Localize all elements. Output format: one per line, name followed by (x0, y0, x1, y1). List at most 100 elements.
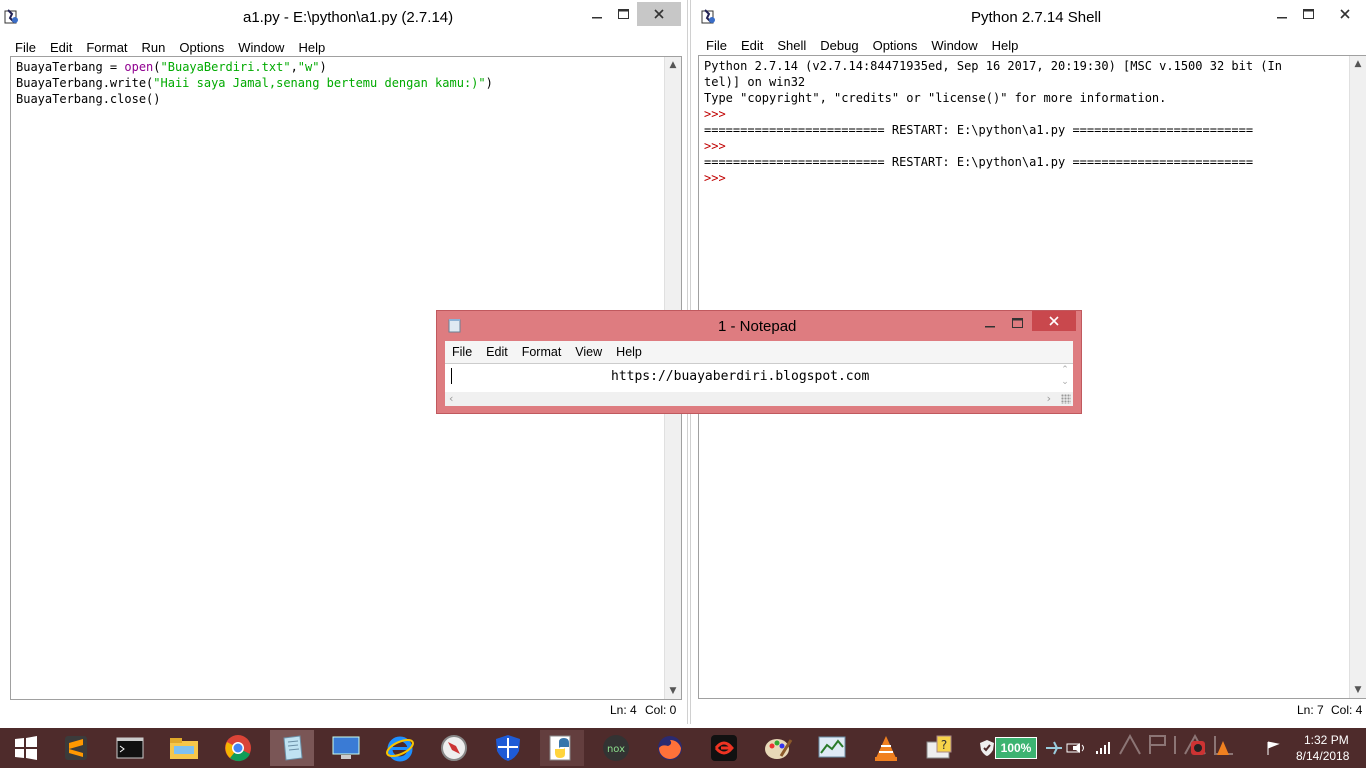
vlc-tray-icon[interactable] (1215, 740, 1231, 756)
editor-menu-run[interactable]: Run (135, 40, 173, 55)
taskbar-file-explorer[interactable] (162, 730, 206, 766)
taskbar-performance-monitor[interactable] (810, 730, 854, 766)
chrome-icon (225, 735, 251, 762)
editor-code[interactable]: BuayaTerbang = open("BuayaBerdiri.txt","… (16, 59, 493, 107)
shell-menu-help[interactable]: Help (985, 38, 1026, 53)
battery-indicator[interactable]: 100% (995, 737, 1037, 759)
shell-maximize-button[interactable] (1295, 2, 1321, 26)
shell-prompt[interactable]: >>> (704, 138, 1282, 154)
editor-menu-window[interactable]: Window (231, 40, 291, 55)
taskbar-python-idle[interactable] (540, 730, 584, 766)
scroll-up-icon[interactable]: ⌃ (1057, 364, 1073, 376)
shell-line[interactable]: Python 2.7.14 (v2.7.14:84471935ed, Sep 1… (704, 58, 1282, 74)
shell-output[interactable]: Python 2.7.14 (v2.7.14:84471935ed, Sep 1… (704, 58, 1282, 186)
editor-close-button[interactable] (637, 2, 681, 26)
notepad-menu-file[interactable]: File (445, 345, 479, 359)
shell-line[interactable]: ========================= RESTART: E:\py… (704, 154, 1282, 170)
code-token: "w" (297, 60, 320, 74)
code-line[interactable]: BuayaTerbang = open("BuayaBerdiri.txt","… (16, 59, 493, 75)
notepad-content[interactable]: https://buayaberdiri.blogspot.com (611, 369, 869, 384)
code-line[interactable]: BuayaTerbang.close() (16, 91, 493, 107)
editor-menu-options[interactable]: Options (172, 40, 231, 55)
shell-menu-file[interactable]: File (699, 38, 734, 53)
taskbar-garena[interactable] (702, 730, 746, 766)
taskbar-command-prompt[interactable] (108, 730, 152, 766)
editor-menu-file[interactable]: File (8, 40, 43, 55)
taskbar-compass[interactable] (432, 730, 476, 766)
taskbar-firefox[interactable] (648, 730, 692, 766)
tray-app-icon[interactable] (1190, 740, 1206, 756)
taskbar-paint[interactable] (756, 730, 800, 766)
shell-prompt[interactable]: >>> (704, 106, 1282, 122)
code-token: "BuayaBerdiri.txt" (160, 60, 291, 74)
scroll-left-icon[interactable]: ‹ (449, 392, 453, 405)
editor-menu-format[interactable]: Format (79, 40, 134, 55)
taskbar-remote-desktop[interactable] (324, 730, 368, 766)
notepad-text-area[interactable]: https://buayaberdiri.blogspot.com ⌃ ⌄ ‹ … (445, 363, 1073, 406)
idle-app-icon[interactable] (4, 9, 20, 25)
taskbar-vlc[interactable] (864, 730, 908, 766)
sublime-text-icon (65, 736, 87, 760)
taskbar-sublime-text[interactable] (54, 730, 98, 766)
shell-prompt[interactable]: >>> (704, 170, 1282, 186)
firefox-icon (658, 736, 682, 760)
notepad-vertical-scrollbar[interactable]: ⌃ ⌄ (1057, 364, 1073, 392)
notepad-minimize-button[interactable] (977, 311, 1003, 335)
scroll-down-icon[interactable]: ▼ (665, 683, 681, 699)
notepad-menu-view[interactable]: View (568, 345, 609, 359)
notepad-menu-format[interactable]: Format (515, 345, 569, 359)
notepad-menu-edit[interactable]: Edit (479, 345, 515, 359)
notepad-app-icon[interactable] (447, 318, 463, 334)
shell-vertical-scrollbar[interactable]: ▲ ▼ (1349, 56, 1366, 698)
scroll-down-icon[interactable]: ⌄ (1057, 376, 1073, 388)
scroll-up-icon[interactable]: ▲ (1350, 56, 1366, 72)
code-token: , (290, 60, 298, 74)
notepad-close-button[interactable] (1032, 311, 1076, 331)
notepad-maximize-button[interactable] (1004, 311, 1030, 335)
volume-icon[interactable] (1071, 741, 1087, 755)
close-icon (654, 9, 664, 19)
notepad-menu-help[interactable]: Help (609, 345, 649, 359)
shell-menu-window[interactable]: Window (924, 38, 984, 53)
shell-menu-options[interactable]: Options (866, 38, 925, 53)
taskbar-internet-explorer[interactable] (378, 730, 422, 766)
shell-titlebar[interactable]: Python 2.7.14 Shell (691, 0, 1366, 30)
airplane-icon[interactable] (1045, 741, 1063, 755)
scroll-up-icon[interactable]: ▲ (665, 57, 681, 73)
signal-icon[interactable] (1095, 741, 1111, 755)
shell-close-button[interactable] (1323, 2, 1366, 26)
notepad-horizontal-scrollbar[interactable]: ‹ › (445, 392, 1073, 406)
taskbar-start-button[interactable] (4, 730, 48, 766)
scroll-down-icon[interactable]: ▼ (1350, 682, 1366, 698)
taskbar-nox-player[interactable]: nox (594, 730, 638, 766)
shield-check-icon[interactable] (979, 739, 995, 757)
scroll-right-icon[interactable]: › (1047, 392, 1051, 405)
clock-time[interactable]: 1:32 PM (1304, 733, 1349, 747)
taskbar-chrome[interactable] (216, 730, 260, 766)
editor-minimize-button[interactable] (584, 2, 610, 26)
editor-menu-help[interactable]: Help (291, 40, 332, 55)
shell-minimize-button[interactable] (1269, 2, 1295, 26)
idle-app-icon[interactable] (701, 9, 717, 25)
taskbar-notepad[interactable] (270, 730, 314, 766)
editor-maximize-button[interactable] (610, 2, 636, 26)
minimize-icon (985, 326, 995, 328)
taskbar-help[interactable]: ? (918, 730, 962, 766)
editor-menubar: File Edit Format Run Options Window Help (8, 37, 679, 57)
shell-line[interactable]: tel)] on win32 (704, 74, 1282, 90)
shell-line[interactable]: ========================= RESTART: E:\py… (704, 122, 1282, 138)
editor-titlebar[interactable]: a1.py - E:\python\a1.py (2.7.14) (0, 0, 687, 30)
resize-grip-icon[interactable] (1061, 394, 1071, 404)
shell-menu-shell[interactable]: Shell (770, 38, 813, 53)
python-idle-icon (549, 735, 571, 761)
shell-line[interactable]: Type "copyright", "credits" or "license(… (704, 90, 1282, 106)
notepad-titlebar[interactable]: 1 - Notepad (437, 311, 1081, 341)
shell-menu-debug[interactable]: Debug (813, 38, 865, 53)
taskbar-windows-defender[interactable] (486, 730, 530, 766)
flag-icon[interactable] (1265, 740, 1281, 756)
editor-menu-edit[interactable]: Edit (43, 40, 79, 55)
shell-menu-edit[interactable]: Edit (734, 38, 770, 53)
code-line[interactable]: BuayaTerbang.write("Haii saya Jamal,sena… (16, 75, 493, 91)
shell-status-col: Col: 4 (1331, 703, 1363, 717)
clock-date[interactable]: 8/14/2018 (1296, 749, 1349, 763)
